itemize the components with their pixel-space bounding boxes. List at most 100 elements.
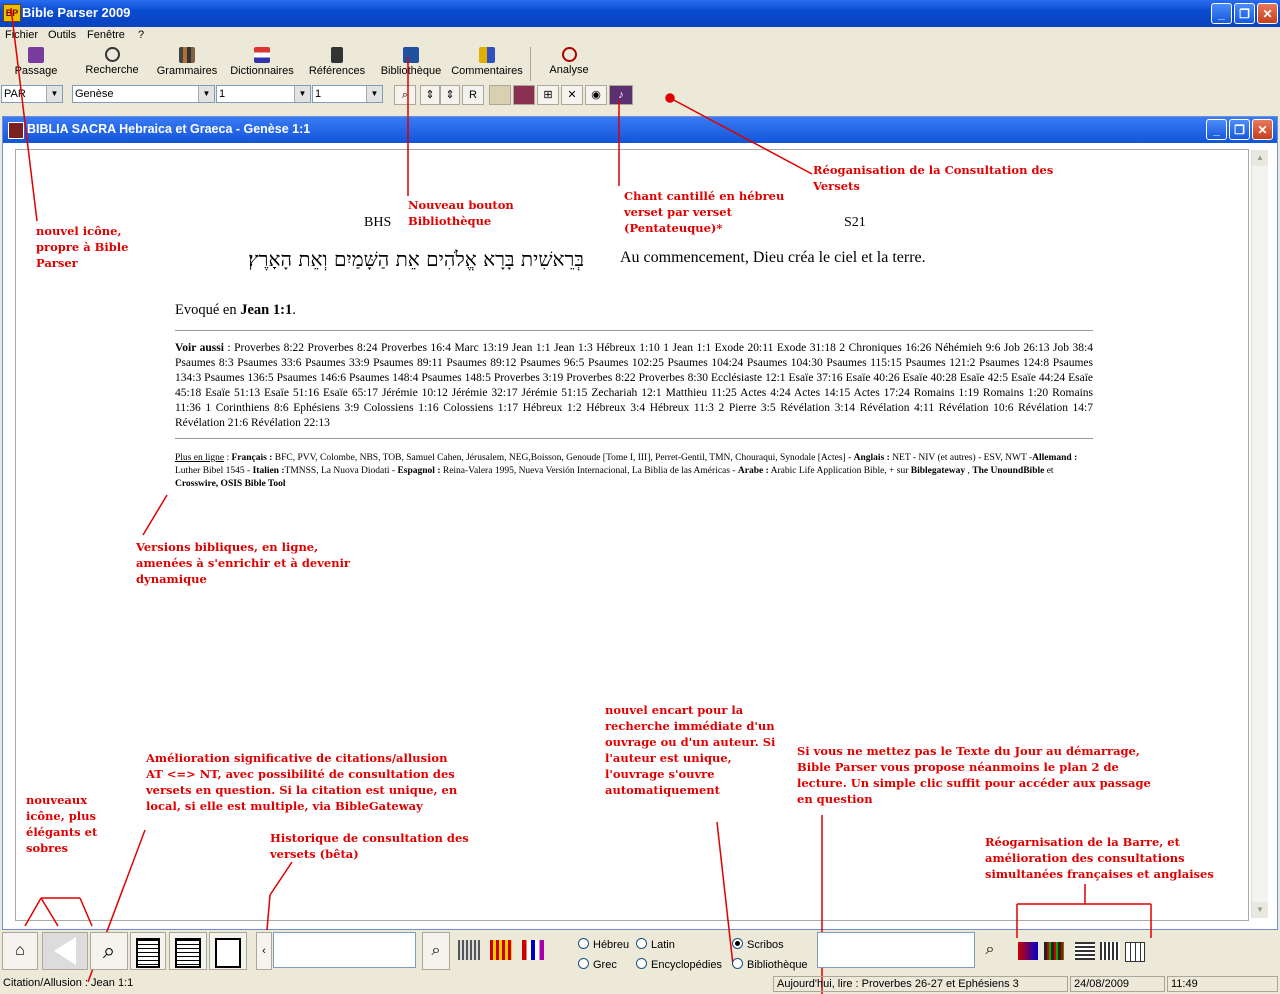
grammaires-button[interactable]: Grammaires (156, 47, 218, 77)
bibliotheque-button[interactable]: Bibliothèque (380, 47, 442, 77)
evoque-line: Evoqué en Jean 1:1. (175, 302, 296, 318)
menu-fenetre[interactable]: Fenêtre (87, 29, 125, 41)
magnifier-icon: ⌕ (102, 938, 116, 963)
books-icon (179, 47, 195, 63)
home-button[interactable]: ⌂ (2, 932, 38, 970)
library-icon (403, 47, 419, 63)
crosswire-link[interactable]: Crosswire, OSIS Bible Tool (175, 479, 286, 489)
annotation-chant: Chant cantillé en hébreu verset par vers… (624, 189, 785, 235)
minimize-button[interactable]: _ (1211, 3, 1232, 24)
divider (175, 330, 1093, 331)
verse-select[interactable]: 1 ▼ (312, 85, 383, 103)
app-title: Bible Parser 2009 (22, 5, 131, 20)
menu-fichier[interactable]: Fichier (5, 29, 38, 41)
doc-close-button[interactable]: ✕ (1252, 119, 1273, 140)
dictionnaires-button[interactable]: Dictionnaires (228, 47, 296, 77)
calculator-icon[interactable] (454, 932, 484, 970)
library-search-input[interactable] (817, 932, 975, 968)
history-prev-button[interactable]: ‹ (256, 932, 272, 970)
radio-bibliotheque[interactable]: Bibliothèque (732, 958, 808, 971)
layout-lines-button[interactable] (169, 932, 207, 970)
chevron-down-icon: ▼ (46, 86, 62, 102)
status-daily-reading[interactable]: Aujourd'hui, lire : Proverbes 26-27 et E… (773, 976, 1068, 992)
maximize-button[interactable]: ❐ (1234, 3, 1255, 24)
tools-icon[interactable]: ✕ (561, 85, 583, 105)
books-stack-icon[interactable] (513, 85, 535, 105)
layout-columns-button[interactable] (130, 932, 166, 970)
spin-arrows-icon: ⇕ (425, 89, 435, 101)
chapter-select[interactable]: 1 ▼ (216, 85, 311, 103)
french-bible-icon[interactable] (1016, 932, 1040, 970)
vertical-scrollbar[interactable]: ▲ ▼ (1251, 150, 1268, 918)
parallel-view-icon[interactable] (1073, 932, 1097, 970)
stats-chart-icon[interactable] (518, 932, 548, 970)
go-magnifier-button[interactable]: ⌕ (394, 85, 416, 105)
layout-windows-button[interactable] (209, 932, 247, 970)
chevron-down-icon: ▼ (198, 86, 214, 102)
spin-arrows-icon: ⇕ (445, 89, 455, 101)
back-button[interactable] (42, 932, 88, 970)
evoque-reference-link[interactable]: Jean 1:1 (240, 302, 292, 318)
status-citation[interactable]: Citation/Allusion : Jean 1:1 (0, 976, 250, 992)
scroll-down-icon[interactable]: ▼ (1252, 902, 1268, 918)
status-bar: Citation/Allusion : Jean 1:1 Aujourd'hui… (0, 975, 1280, 994)
chevron-down-icon: ▼ (366, 86, 382, 102)
r-button[interactable]: R (462, 85, 484, 105)
commentaires-button[interactable]: Commentaires (450, 47, 524, 77)
english-bible-icon[interactable] (1098, 932, 1122, 970)
chapter-spin-button[interactable]: ⇕ (420, 85, 440, 105)
bible-parser-app-icon[interactable]: BP (3, 4, 21, 22)
menu-help[interactable]: ? (138, 29, 144, 41)
biblegateway-link[interactable]: Biblegateway (911, 466, 965, 476)
radio-latin[interactable]: Latin (636, 938, 675, 951)
library-search-button[interactable]: ⌕ (978, 932, 1002, 970)
annotation-texte-jour: Si vous ne mettez pas le Texte du Jour a… (797, 744, 1151, 806)
status-date: 24/08/2009 (1070, 976, 1165, 992)
cross-references: Voir aussi : Proverbes 8:22 Proverbes 8:… (175, 342, 1093, 429)
history-search-button[interactable]: ⌕ (422, 932, 450, 970)
radio-scribos[interactable]: Scribos (732, 938, 784, 951)
cross-reference-links[interactable]: : Proverbes 8:22 Proverbes 8:24 Proverbe… (175, 342, 1093, 429)
speaker-icon[interactable]: ◉ (585, 85, 607, 105)
interlinear-icon[interactable] (489, 85, 511, 105)
annotation-bibliotheque: Nouveau bouton Bibliothèque (408, 198, 514, 228)
hebrew-verse-text: בְּרֵאשִׁית בָּרָא אֱלֹהִים אֵת הַשָּׁמַ… (248, 247, 584, 271)
doc-minimize-button[interactable]: _ (1206, 119, 1227, 140)
version-select[interactable]: PAR ▼ (1, 85, 63, 103)
status-time: 11:49 (1167, 976, 1278, 992)
plus-en-ligne-link[interactable]: Plus en ligne (175, 453, 224, 463)
analyse-button[interactable]: Analyse (546, 47, 592, 76)
french-version-label: S21 (844, 215, 866, 230)
app-titlebar: BP Bible Parser 2009 _ ❐ ✕ (0, 0, 1280, 27)
annotation-icon: nouvel icône, propre à Bible Parser (36, 224, 129, 270)
unbound-bible-link[interactable]: The UnoundBible (972, 466, 1044, 476)
annotation-historique: Historique de consultation des versets (… (270, 831, 469, 861)
windows-icon (215, 938, 241, 968)
magnifier-icon: ⌕ (401, 89, 409, 101)
zoom-search-button[interactable]: ⌕ (90, 932, 128, 970)
document-title: BIBLIA SACRA Hebraica et Graeca - Genèse… (27, 122, 311, 136)
doc-maximize-button[interactable]: ❐ (1229, 119, 1250, 140)
menu-outils[interactable]: Outils (48, 29, 76, 41)
close-button[interactable]: ✕ (1257, 3, 1278, 24)
radio-grec[interactable]: Grec (578, 958, 617, 971)
tree-icon[interactable]: ⊞ (537, 85, 559, 105)
bible-set-icon[interactable] (1042, 932, 1066, 970)
toolbar-separator (530, 47, 531, 81)
verse-spin-button[interactable]: ⇕ (440, 85, 460, 105)
history-input[interactable] (273, 932, 416, 968)
references-button[interactable]: Références (306, 47, 368, 77)
scroll-up-icon[interactable]: ▲ (1252, 150, 1268, 166)
columns-compare-icon[interactable] (1123, 932, 1147, 970)
annotation-versions: Versions bibliques, en ligne, amenées à … (136, 540, 350, 586)
online-versions: Plus en ligne : Français : BFC, PVV, Col… (175, 453, 1078, 489)
grid-icon[interactable] (486, 932, 516, 970)
radio-hebreu[interactable]: Hébreu (578, 938, 629, 951)
radio-encyclopedies[interactable]: Encyclopédies (636, 958, 722, 971)
chant-audio-icon[interactable]: ♪ (609, 85, 633, 105)
recherche-button[interactable]: Recherche (84, 47, 140, 76)
lines-icon (175, 938, 201, 968)
chevron-left-icon: ‹ (262, 945, 266, 957)
book-select[interactable]: Genèse ▼ (72, 85, 215, 103)
passage-button[interactable]: Passage (14, 47, 58, 77)
